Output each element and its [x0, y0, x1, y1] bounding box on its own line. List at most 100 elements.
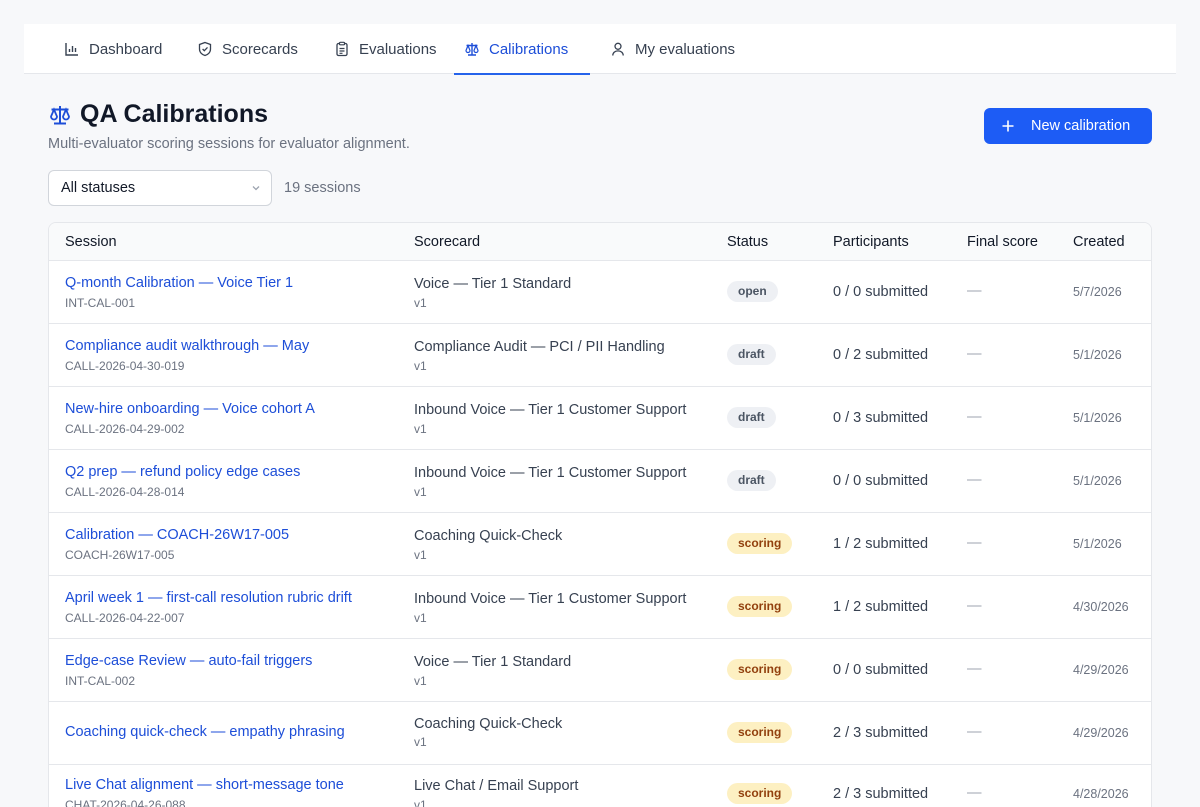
scorecard-name: Inbound Voice — Tier 1 Customer Support	[414, 402, 687, 418]
tab-evaluations[interactable]: Evaluations	[324, 24, 447, 74]
calibrations-table: Session Scorecard Status Participants Fi…	[48, 222, 1152, 807]
chevron-down-icon	[252, 186, 260, 191]
clipboard-icon	[336, 41, 348, 57]
session-title-link[interactable]: Live Chat alignment — short-message tone	[65, 777, 344, 793]
scorecard-version: v1	[414, 296, 427, 310]
plus-icon	[1002, 120, 1014, 132]
scale-icon	[465, 43, 479, 56]
scorecard-version: v1	[414, 611, 427, 625]
session-title-link[interactable]: Q2 prep — refund policy edge cases	[65, 464, 300, 480]
tab-dashboard[interactable]: Dashboard	[54, 24, 172, 74]
participants-count: 1 / 2 submitted	[833, 536, 929, 552]
participants-count: 0 / 0 submitted	[833, 284, 929, 300]
tab-label: Scorecards	[222, 40, 298, 58]
session-id: CALL-2026-04-29-002	[65, 422, 185, 436]
scorecard-name: Coaching Quick-Check	[414, 716, 563, 732]
scorecard-name: Inbound Voice — Tier 1 Customer Support	[414, 465, 687, 481]
session-title-link[interactable]: Compliance audit walkthrough — May	[65, 338, 309, 354]
session-id: INT-CAL-002	[65, 674, 136, 688]
column-header-participants: Participants	[833, 234, 909, 250]
final-score: —	[967, 472, 982, 488]
table-row[interactable]: Coaching quick-check — empathy phrasing …	[49, 702, 1151, 765]
table-row[interactable]: New-hire onboarding — Voice cohort A CAL…	[49, 387, 1151, 450]
created-date: 4/29/2026	[1073, 726, 1129, 740]
participants-count: 0 / 2 submitted	[833, 347, 929, 363]
final-score: —	[967, 724, 982, 740]
tab-my-evaluations[interactable]: My evaluations	[600, 24, 745, 74]
scorecard-version: v1	[414, 674, 427, 688]
scorecard-version: v1	[414, 422, 427, 436]
status-filter-value: All statuses	[61, 180, 136, 196]
participants-count: 0 / 3 submitted	[833, 410, 929, 426]
scorecard-name: Live Chat / Email Support	[414, 778, 579, 794]
status-badge: scoring	[727, 722, 793, 743]
status-badge: scoring	[727, 596, 793, 617]
page-title: QA Calibrations	[80, 100, 268, 128]
status-badge: scoring	[727, 783, 793, 804]
final-score: —	[967, 535, 982, 551]
column-header-status: Status	[727, 234, 769, 250]
new-calibration-button[interactable]: New calibration	[984, 108, 1152, 144]
scorecard-version: v1	[414, 548, 427, 562]
status-badge: scoring	[727, 659, 793, 680]
status-badge: draft	[727, 344, 776, 365]
bar-chart-icon	[65, 43, 78, 56]
table-header: Session Scorecard Status Participants Fi…	[49, 223, 1151, 261]
session-count: 19 sessions	[284, 180, 361, 196]
scorecard-name: Coaching Quick-Check	[414, 528, 563, 544]
session-id: CHAT-2026-04-26-088	[65, 798, 186, 807]
created-date: 5/1/2026	[1073, 348, 1122, 362]
created-date: 5/1/2026	[1073, 411, 1122, 425]
final-score: —	[967, 409, 982, 425]
created-date: 5/7/2026	[1073, 285, 1122, 299]
table-row[interactable]: Live Chat alignment — short-message tone…	[49, 763, 1151, 807]
created-date: 4/29/2026	[1073, 663, 1129, 677]
table-row[interactable]: Compliance audit walkthrough — May CALL-…	[49, 324, 1151, 387]
scorecard-version: v1	[414, 798, 427, 807]
session-title-link[interactable]: Q-month Calibration — Voice Tier 1	[65, 275, 293, 291]
session-title-link[interactable]: Edge-case Review — auto-fail triggers	[65, 653, 312, 669]
final-score: —	[967, 283, 982, 299]
scorecard-name: Compliance Audit — PCI / PII Handling	[414, 339, 665, 355]
session-title-link[interactable]: Calibration — COACH-26W17-005	[65, 527, 289, 543]
session-title-link[interactable]: Coaching quick-check — empathy phrasing	[65, 724, 345, 740]
table-row[interactable]: Q2 prep — refund policy edge cases CALL-…	[49, 450, 1151, 513]
table-row[interactable]: April week 1 — first-call resolution rub…	[49, 576, 1151, 639]
session-title-link[interactable]: April week 1 — first-call resolution rub…	[65, 590, 352, 606]
participants-count: 0 / 0 submitted	[833, 662, 929, 678]
table-row[interactable]: Q-month Calibration — Voice Tier 1 INT-C…	[49, 261, 1151, 324]
final-score: —	[967, 598, 982, 614]
session-id: CALL-2026-04-22-007	[65, 611, 185, 625]
new-calibration-label: New calibration	[1031, 118, 1131, 134]
tab-label: My evaluations	[635, 40, 736, 58]
tab-label: Evaluations	[359, 40, 437, 58]
session-id: CALL-2026-04-28-014	[65, 485, 185, 499]
participants-count: 2 / 3 submitted	[833, 786, 929, 802]
scorecard-name: Voice — Tier 1 Standard	[414, 276, 572, 292]
scorecard-version: v1	[414, 485, 427, 499]
shield-icon	[198, 41, 212, 57]
table-row[interactable]: Edge-case Review — auto-fail triggers IN…	[49, 639, 1151, 702]
tab-calibrations[interactable]: Calibrations	[454, 24, 590, 75]
status-badge: draft	[727, 470, 776, 491]
final-score: —	[967, 346, 982, 362]
participants-count: 2 / 3 submitted	[833, 725, 929, 741]
final-score: —	[967, 785, 982, 801]
user-icon	[612, 42, 624, 56]
status-filter-select[interactable]: All statuses	[48, 170, 272, 206]
tab-label: Dashboard	[89, 40, 163, 58]
table-row[interactable]: Calibration — COACH-26W17-005 COACH-26W1…	[49, 513, 1151, 576]
session-id: CALL-2026-04-30-019	[65, 359, 185, 373]
session-title-link[interactable]: New-hire onboarding — Voice cohort A	[65, 401, 315, 417]
final-score: —	[967, 661, 982, 677]
participants-count: 1 / 2 submitted	[833, 599, 929, 615]
scorecard-version: v1	[414, 735, 427, 749]
tab-scorecards[interactable]: Scorecards	[187, 24, 308, 74]
session-id: INT-CAL-001	[65, 296, 136, 310]
column-header-scorecard: Scorecard	[414, 234, 481, 250]
created-date: 4/30/2026	[1073, 600, 1129, 614]
tab-label: Calibrations	[489, 40, 569, 58]
scorecard-name: Inbound Voice — Tier 1 Customer Support	[414, 591, 687, 607]
scorecard-version: v1	[414, 359, 427, 373]
created-date: 5/1/2026	[1073, 537, 1122, 551]
